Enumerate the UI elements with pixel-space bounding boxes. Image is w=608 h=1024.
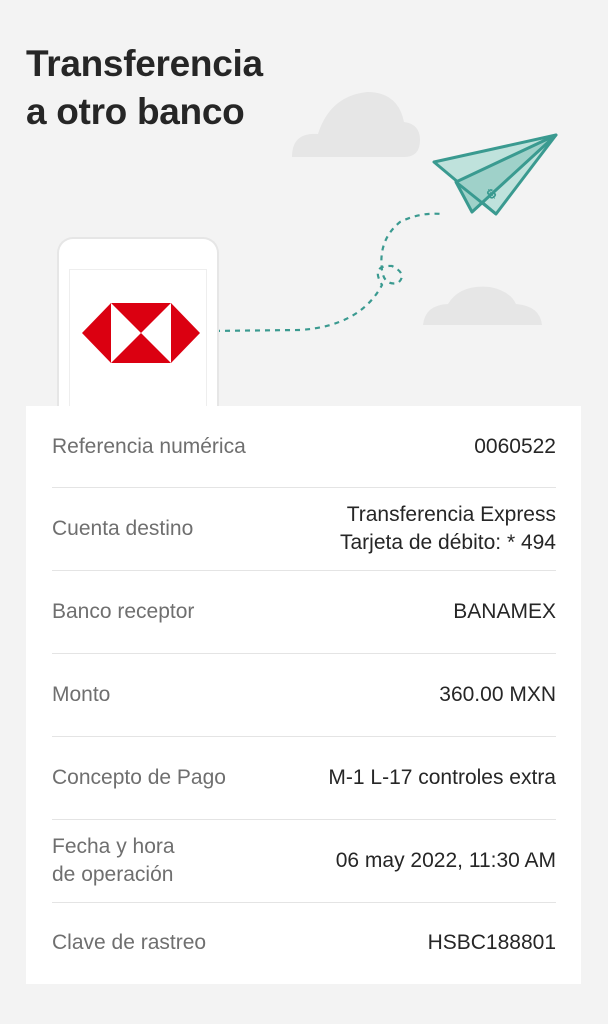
hexagon-logo-icon — [82, 303, 200, 363]
detail-label: Monto — [52, 683, 111, 706]
detail-label: Concepto de Pago — [52, 766, 226, 789]
detail-label: Fecha y hora de operación — [52, 835, 175, 886]
detail-row-concepto: Concepto de Pago M-1 L-17 controles extr… — [52, 737, 556, 820]
cloud-icon — [423, 286, 542, 325]
cloud-icon — [292, 92, 420, 157]
detail-row-banco-receptor: Banco receptor BANAMEX — [52, 571, 556, 654]
detail-value: M-1 L-17 controles extra — [328, 766, 556, 789]
detail-label: Clave de rastreo — [52, 931, 207, 954]
detail-label: Referencia numérica — [52, 434, 246, 458]
detail-row-clave-rastreo: Clave de rastreo HSBC188801 — [52, 903, 556, 983]
detail-value: 0060522 — [474, 434, 556, 458]
detail-row-monto: Monto 360.00 MXN — [52, 654, 556, 737]
detail-value: BANAMEX — [453, 600, 556, 623]
detail-row-cuenta-destino: Cuenta destino Transferencia Express Tar… — [52, 488, 556, 571]
flight-path — [204, 212, 443, 333]
detail-row-fecha: Fecha y hora de operación 06 may 2022, 1… — [52, 820, 556, 903]
bank-logo — [82, 303, 200, 363]
detail-label: Banco receptor — [52, 600, 195, 623]
detail-value: 06 may 2022, 11:30 AM — [335, 849, 556, 872]
detail-label: Cuenta destino — [52, 517, 194, 540]
detail-value: 360.00 MXN — [439, 683, 556, 706]
paper-plane-icon: $ — [432, 133, 558, 216]
detail-row-referencia: Referencia numérica 0060522 — [52, 406, 556, 488]
detail-value: Transferencia Express Tarjeta de débito:… — [340, 503, 556, 554]
detail-value: HSBC188801 — [427, 931, 556, 954]
